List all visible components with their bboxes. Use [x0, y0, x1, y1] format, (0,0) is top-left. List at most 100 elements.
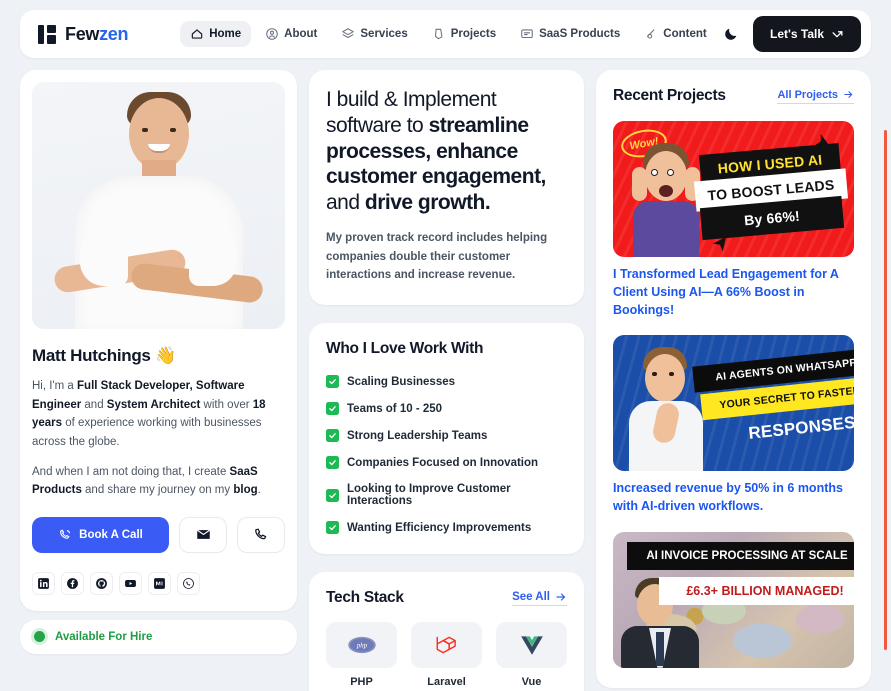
moon-icon[interactable] — [723, 26, 739, 42]
facebook-link[interactable] — [61, 571, 84, 595]
emphasis-text: System Architect — [106, 398, 201, 411]
plain-text: of experience working with businesses ac… — [32, 417, 262, 448]
ideal-client-item: Wanting Efficiency Improvements — [326, 521, 567, 535]
laravel-icon — [436, 636, 456, 654]
tech-see-all-label: See All — [512, 590, 550, 603]
tech-see-all-link[interactable]: See All — [512, 591, 567, 606]
nav-label: Projects — [450, 28, 497, 40]
tech-stack-title: Tech Stack — [326, 589, 404, 607]
project-card-2[interactable]: AI AGENTS ON WHATSAPP YOUR SECRET TO FAS… — [613, 335, 854, 516]
lets-talk-label: Let's Talk — [770, 27, 824, 41]
ideal-client-item: Strong Leadership Teams — [326, 429, 567, 443]
recent-projects-title: Recent Projects — [613, 87, 726, 104]
ideal-client-label: Companies Focused on Innovation — [347, 456, 539, 469]
contact-button-row: Book A Call — [32, 516, 285, 553]
left-column: Matt Hutchings 👋 Hi, I'm a Full Stack De… — [20, 70, 297, 654]
recent-projects-header: Recent Projects All Projects — [613, 87, 854, 105]
nav-item-home[interactable]: Home — [180, 21, 252, 47]
ideal-clients-title: Who I Love Work With — [326, 340, 484, 358]
user-icon — [266, 28, 278, 40]
emphasis-text: drive growth. — [364, 191, 491, 215]
nav-label: Services — [360, 28, 408, 40]
nav-item-projects[interactable]: Projects — [422, 21, 506, 47]
all-projects-link[interactable]: All Projects — [777, 89, 854, 104]
nav-right-group: Let's Talk — [723, 16, 863, 52]
project-thumbnail-2: AI AGENTS ON WHATSAPP YOUR SECRET TO FAS… — [613, 335, 854, 472]
project-thumbnail-1: Wow! HOW I USED AI TO BOOST LEADS By 66%… — [613, 121, 854, 257]
arrow-down-right-icon — [832, 30, 843, 37]
check-icon — [326, 375, 339, 389]
layers-icon — [342, 28, 355, 39]
linkedin-link[interactable] — [32, 571, 55, 595]
ideal-client-label: Looking to Improve Customer Interactions — [347, 483, 511, 508]
nav-item-content[interactable]: Content — [634, 21, 716, 47]
lets-talk-button[interactable]: Let's Talk — [753, 16, 861, 52]
profile-photo — [32, 82, 285, 329]
project-thumbnail-3: AI INVOICE PROCESSING AT SCALE £6.3+ BIL… — [613, 531, 854, 668]
thumb-line-1: AI INVOICE PROCESSING AT SCALE — [627, 541, 854, 570]
logo-text-first: Few — [65, 23, 100, 44]
brand-logo[interactable]: Fewzen — [38, 23, 129, 45]
php-icon: php — [347, 636, 376, 654]
ideal-client-item: Companies Focused on Innovation — [326, 456, 567, 470]
status-dot-icon — [34, 631, 45, 643]
book-a-call-button[interactable]: Book A Call — [32, 516, 169, 553]
nav-item-saas-products[interactable]: SaaS Products — [510, 21, 630, 47]
medium-link[interactable] — [148, 571, 171, 595]
plain-text: And when I am not doing that, I create — [32, 465, 230, 478]
nav-label: SaaS Products — [539, 28, 621, 40]
ideal-client-label: Strong Leadership Teams — [347, 429, 488, 442]
phone-button[interactable] — [237, 516, 285, 553]
email-button[interactable] — [179, 516, 227, 553]
nav-item-about[interactable]: About — [255, 21, 327, 47]
right-column: Recent Projects All Projects Wow! HOW I … — [596, 70, 871, 688]
ideal-client-item: Teams of 10 - 250 — [326, 402, 567, 416]
check-icon — [326, 402, 339, 416]
logo-text-second: zen — [99, 23, 129, 44]
waving-hand-icon: 👋 — [155, 346, 176, 365]
github-link[interactable] — [90, 571, 113, 595]
tech-stack-card: Tech Stack See All php PHP Laravel Vue — [309, 572, 584, 691]
plain-text: and — [81, 398, 107, 411]
check-icon — [326, 429, 339, 443]
whatsapp-icon — [183, 577, 194, 589]
check-icon — [326, 456, 339, 470]
whatsapp-link[interactable] — [177, 571, 200, 595]
medium-icon — [154, 577, 165, 589]
availability-label: Available For Hire — [55, 630, 153, 643]
tech-item-vue[interactable]: Vue — [496, 622, 567, 688]
ideal-client-label: Teams of 10 - 250 — [347, 402, 443, 415]
github-icon — [96, 577, 107, 589]
project-card-1[interactable]: Wow! HOW I USED AI TO BOOST LEADS By 66%… — [613, 121, 854, 319]
project-card-3[interactable]: AI INVOICE PROCESSING AT SCALE £6.3+ BIL… — [613, 531, 854, 668]
profile-bio-2: And when I am not doing that, I create S… — [32, 463, 285, 500]
hero-heading: I build & Implement software to streamli… — [326, 87, 567, 216]
social-links — [32, 571, 285, 595]
book-a-call-label: Book A Call — [79, 528, 143, 541]
plain-text: and share my journey on my — [81, 484, 234, 497]
ideal-client-item: Scaling Businesses — [326, 375, 567, 389]
logo-mark-icon — [38, 24, 57, 44]
tech-label: Vue — [521, 676, 542, 689]
tech-item-php[interactable]: php PHP — [326, 622, 397, 688]
middle-column: I build & Implement software to streamli… — [309, 70, 584, 691]
arrow-right-icon — [556, 592, 566, 601]
tech-label: PHP — [350, 676, 373, 689]
home-icon — [191, 29, 203, 39]
youtube-link[interactable] — [119, 571, 142, 595]
project-title-2[interactable]: Increased revenue by 50% in 6 months wit… — [613, 480, 854, 516]
vue-icon — [520, 636, 543, 655]
nav-label: Home — [209, 28, 242, 40]
project-title-1[interactable]: I Transformed Lead Engagement for A Clie… — [613, 266, 854, 319]
tech-item-laravel[interactable]: Laravel — [411, 622, 482, 688]
tech-stack-header: Tech Stack See All — [326, 589, 567, 607]
profile-card: Matt Hutchings 👋 Hi, I'm a Full Stack De… — [20, 70, 297, 611]
emphasis-text: blog — [233, 484, 258, 497]
plain-text: with over — [200, 398, 253, 411]
svg-text:php: php — [355, 643, 367, 650]
scroll-indicator[interactable] — [884, 130, 887, 650]
nav-item-services[interactable]: Services — [331, 21, 417, 47]
profile-name-text: Matt Hutchings — [32, 346, 151, 365]
profile-name: Matt Hutchings 👋 — [32, 346, 285, 366]
hero-subtext: My proven track record includes helping … — [326, 232, 548, 282]
